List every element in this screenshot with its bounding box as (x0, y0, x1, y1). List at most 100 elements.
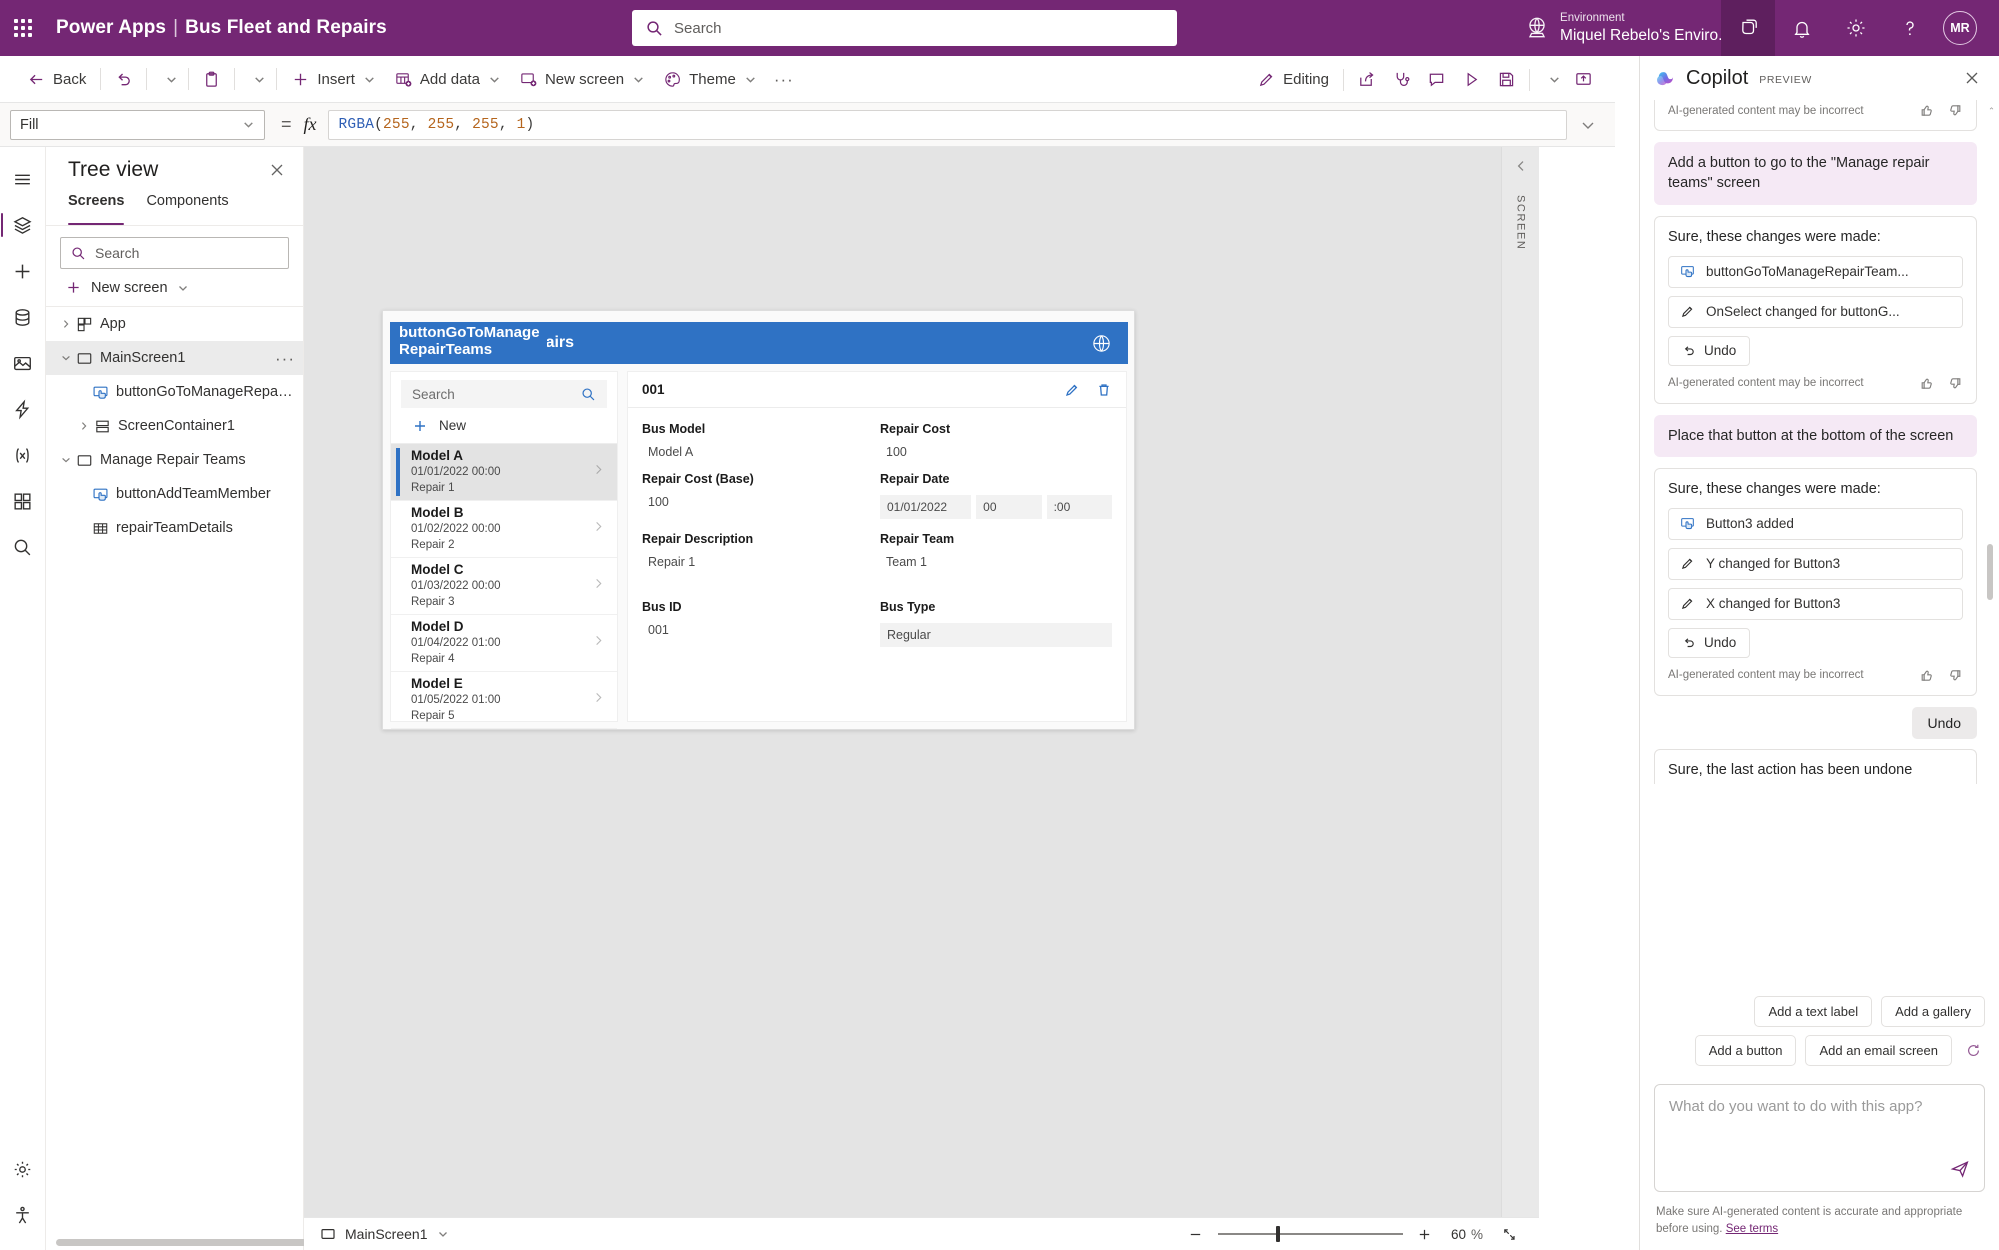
copilot-change-item[interactable]: Y changed for Button3 (1668, 547, 1963, 580)
chevron-right-icon[interactable] (56, 319, 76, 329)
back-button[interactable]: Back (18, 62, 95, 96)
delete-icon[interactable] (1096, 382, 1112, 398)
property-selector[interactable]: Fill (10, 109, 265, 140)
form-field-value[interactable]: 100 (642, 495, 874, 509)
edit-icon[interactable] (1064, 382, 1080, 398)
publish-button[interactable] (1566, 63, 1601, 97)
footer-screen-selector[interactable]: MainScreen1 (320, 1226, 449, 1242)
copilot-change-item[interactable]: Button3 added (1668, 507, 1963, 540)
form-field-hour-value[interactable]: 00 (976, 495, 1042, 519)
gallery-new-button[interactable]: New (391, 408, 617, 444)
rail-variables-button[interactable] (1, 432, 45, 478)
settings-button[interactable] (1829, 0, 1883, 56)
rail-settings-button[interactable] (1, 1146, 45, 1192)
form-field-value[interactable]: 001 (642, 623, 874, 637)
gallery-item[interactable]: Model D 01/04/2022 01:00 Repair 4 (391, 615, 617, 672)
more-commands-button[interactable]: ··· (766, 62, 802, 96)
rail-accessibility-button[interactable] (1, 1192, 45, 1238)
thumbs-up-icon[interactable] (1919, 103, 1934, 118)
expand-formula-bar-button[interactable] (1571, 108, 1605, 142)
see-terms-link[interactable]: See terms (1726, 1223, 1778, 1235)
copilot-change-item[interactable]: buttonGoToManageRepairTeam... (1668, 255, 1963, 288)
new-screen-button[interactable]: New screen (510, 62, 654, 96)
rail-power-automate-button[interactable] (1, 386, 45, 432)
tab-screens[interactable]: Screens (68, 193, 125, 225)
rail-menu-button[interactable] (1, 156, 45, 202)
close-tree-view-button[interactable] (263, 156, 291, 184)
copilot-scroll-area[interactable]: AI-generated content may be incorrect Ad… (1654, 100, 1977, 990)
copilot-send-button[interactable] (1945, 1154, 1975, 1184)
form-field-value[interactable]: 100 (880, 445, 1112, 459)
help-button[interactable] (1883, 0, 1937, 56)
save-dropdown[interactable] (1535, 63, 1566, 97)
paste-dropdown[interactable] (240, 62, 271, 96)
save-button[interactable] (1489, 63, 1524, 97)
comments-button[interactable] (1419, 63, 1454, 97)
user-avatar[interactable]: MR (1943, 11, 1977, 45)
suggestion-add-a-gallery[interactable]: Add a gallery (1881, 995, 1985, 1027)
thumbs-down-icon[interactable] (1948, 668, 1963, 683)
tree-node-buttongotomanagerepairteams[interactable]: buttonGoToManageRepairTeams (46, 375, 303, 409)
preview-app-button[interactable] (1454, 63, 1489, 97)
rail-search-button[interactable] (1, 524, 45, 570)
undo-dropdown[interactable] (152, 62, 183, 96)
chevron-down-icon[interactable] (56, 455, 76, 465)
gallery-item[interactable]: Model A 01/01/2022 00:00 Repair 1 (391, 444, 617, 501)
selected-control-buttongotomanagerepairteams[interactable]: buttonGoToManageRepairTeams (395, 324, 547, 360)
share-button[interactable] (1349, 63, 1384, 97)
suggestion-add-a-text-label[interactable]: Add a text label (1754, 995, 1873, 1027)
tree-node-app[interactable]: App (46, 307, 303, 341)
rail-components-button[interactable] (1, 478, 45, 524)
suggestion-add-an-email-screen[interactable]: Add an email screen (1805, 1034, 1952, 1066)
app-launcher-icon[interactable] (0, 19, 46, 37)
form-field-value[interactable]: Model A (642, 445, 874, 459)
copilot-scrollbar-thumb[interactable] (1987, 544, 1993, 600)
suggestion-add-a-button[interactable]: Add a button (1694, 1034, 1797, 1066)
form-field-date-value[interactable]: 01/01/2022 (880, 495, 972, 519)
thumbs-down-icon[interactable] (1948, 103, 1963, 118)
copilot-undo-button[interactable]: Undo (1668, 627, 1751, 658)
formula-input[interactable]: RGBA(255, 255, 255, 1) (327, 109, 1567, 140)
tree-search-input[interactable]: Search (60, 237, 289, 269)
tab-components[interactable]: Components (146, 193, 228, 225)
form-field-value[interactable]: Team 1 (880, 555, 1112, 569)
theme-button[interactable]: Theme (654, 62, 766, 96)
rail-data-button[interactable] (1, 294, 45, 340)
undo-button[interactable] (106, 62, 141, 96)
chevron-down-icon[interactable] (56, 353, 76, 363)
copilot-toggle-button[interactable] (1721, 0, 1775, 56)
tree-node-screencontainer1[interactable]: ScreenContainer1 (46, 409, 303, 443)
tree-new-screen-button[interactable]: New screen (46, 269, 303, 307)
thumbs-up-icon[interactable] (1919, 376, 1934, 391)
form-field-minute-value[interactable]: :00 (1046, 495, 1112, 519)
collapse-canvas-panel-button[interactable]: SCREEN (1501, 147, 1539, 1217)
form-field-value[interactable]: Regular (880, 623, 1112, 647)
copilot-change-item[interactable]: X changed for Button3 (1668, 587, 1963, 620)
rail-insert-button[interactable] (1, 248, 45, 294)
gallery-item[interactable]: Model C 01/03/2022 00:00 Repair 3 (391, 558, 617, 615)
gallery-item[interactable]: Model B 01/02/2022 00:00 Repair 2 (391, 501, 617, 558)
refresh-suggestions-button[interactable] (1961, 1038, 1985, 1062)
thumbs-up-icon[interactable] (1919, 668, 1934, 683)
copilot-prompt-input[interactable]: What do you want to do with this app? (1654, 1083, 1985, 1192)
zoom-slider[interactable] (1217, 1220, 1403, 1248)
chevron-right-icon[interactable] (74, 421, 94, 431)
tree-node-manage-repair-teams[interactable]: Manage Repair Teams (46, 443, 303, 477)
copilot-scrollbar[interactable] (1987, 104, 1994, 986)
copilot-undo-pill[interactable]: Undo (1911, 706, 1977, 739)
form-field-value[interactable]: Repair 1 (642, 555, 874, 569)
tree-node-menu-button[interactable]: ··· (275, 350, 295, 367)
gallery-search-input[interactable]: Search (401, 380, 607, 408)
close-copilot-button[interactable] (1959, 65, 1985, 91)
add-data-button[interactable]: Add data (385, 62, 510, 96)
rail-media-button[interactable] (1, 340, 45, 386)
editing-mode-button[interactable]: Editing (1248, 63, 1338, 97)
app-checker-button[interactable] (1384, 63, 1419, 97)
paste-button[interactable] (194, 62, 229, 96)
fit-to-screen-button[interactable] (1495, 1220, 1523, 1248)
copilot-change-item[interactable]: OnSelect changed for buttonG... (1668, 295, 1963, 328)
tree-node-buttonaddteammember[interactable]: buttonAddTeamMember (46, 477, 303, 511)
thumbs-down-icon[interactable] (1948, 376, 1963, 391)
environment-selector[interactable]: Environment Miquel Rebelo's Enviro... (1524, 6, 1731, 50)
insert-button[interactable]: Insert (282, 62, 385, 96)
